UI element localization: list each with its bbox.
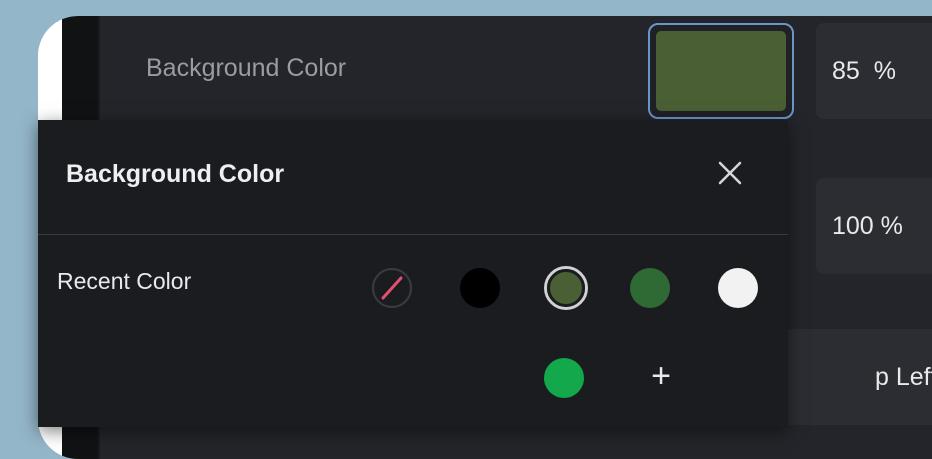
color-swatch-white[interactable] — [718, 268, 758, 308]
background-opacity-unit: % — [873, 56, 896, 85]
popup-divider — [38, 234, 788, 235]
color-swatch-dark-green[interactable] — [630, 268, 670, 308]
color-swatch-olive-fill — [547, 269, 585, 307]
color-swatch-olive-selected[interactable] — [544, 266, 588, 310]
close-button[interactable] — [710, 153, 750, 193]
background-color-swatch — [656, 31, 786, 111]
recent-color-label: Recent Color — [57, 268, 192, 294]
add-color-button[interactable]: + — [642, 358, 680, 396]
color-swatch-none[interactable] — [372, 268, 412, 308]
color-swatch-black[interactable] — [460, 268, 500, 308]
second-opacity-value: 100 % — [832, 211, 903, 240]
background-color-swatch-button[interactable] — [648, 23, 794, 119]
background-color-popup: Background Color Recent Color + — [38, 120, 788, 427]
color-swatch-green[interactable] — [544, 358, 584, 398]
background-opacity-input[interactable]: 85 % — [816, 23, 932, 119]
alignment-value: p Left — [875, 362, 932, 391]
no-color-icon — [381, 276, 403, 300]
close-icon — [718, 161, 742, 185]
background-opacity-value: 85 — [832, 56, 860, 85]
second-opacity-input[interactable]: 100 % — [816, 178, 932, 274]
background-color-label: Background Color — [146, 54, 347, 82]
popup-title: Background Color — [66, 160, 285, 188]
